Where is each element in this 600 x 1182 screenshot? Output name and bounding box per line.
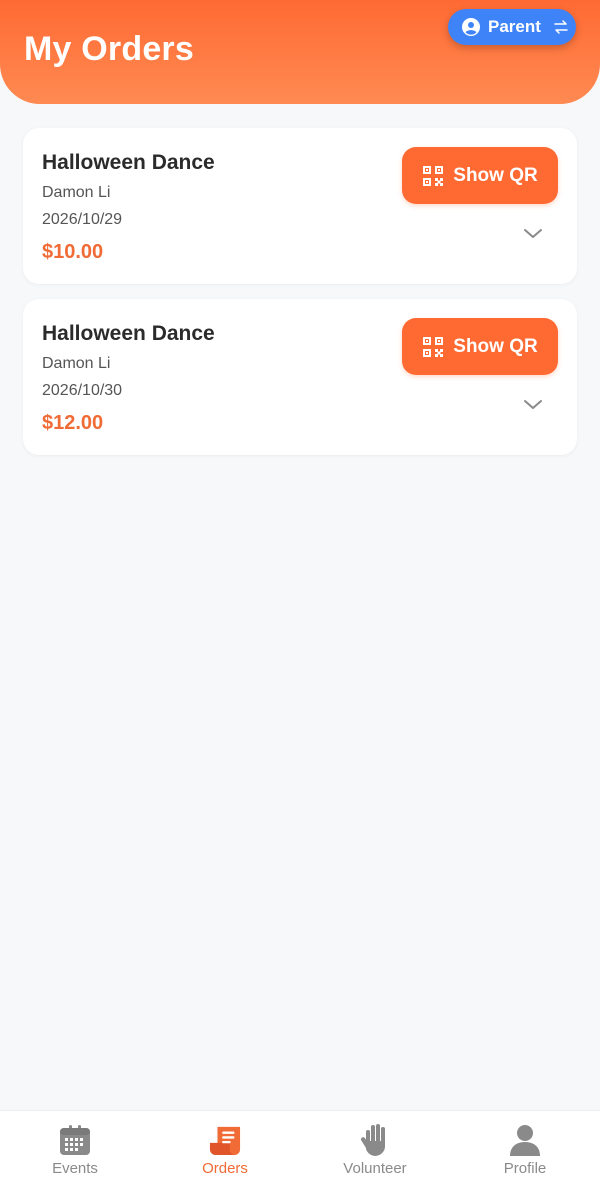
tab-label: Orders	[202, 1160, 248, 1177]
bottom-tab-bar: Events Orders Volunteer Profile	[0, 1110, 600, 1182]
tab-label: Events	[52, 1160, 98, 1177]
show-qr-button[interactable]: Show QR	[402, 318, 558, 375]
order-attendee-name: Damon Li	[42, 184, 111, 201]
user-circle-icon	[462, 18, 480, 36]
order-date: 2026/10/29	[42, 211, 123, 228]
show-qr-button[interactable]: Show QR	[402, 147, 558, 204]
order-title: Halloween Dance	[42, 322, 215, 345]
tab-volunteer[interactable]: Volunteer	[300, 1111, 450, 1182]
receipt-icon	[209, 1123, 241, 1157]
role-switch-button[interactable]: Parent	[448, 9, 576, 45]
show-qr-label: Show QR	[453, 164, 538, 186]
tab-orders[interactable]: Orders	[150, 1111, 300, 1182]
swap-arrows-icon	[553, 19, 569, 35]
tab-label: Volunteer	[343, 1160, 407, 1177]
expand-toggle[interactable]	[521, 227, 545, 245]
calendar-icon	[59, 1123, 91, 1157]
chevron-down-icon	[523, 227, 543, 245]
order-price: $12.00	[42, 412, 104, 434]
show-qr-label: Show QR	[453, 335, 538, 357]
hand-icon	[359, 1123, 391, 1157]
order-title: Halloween Dance	[42, 151, 215, 174]
app-root: My Orders Parent Halloween Dance Damon L…	[0, 0, 600, 1182]
order-card[interactable]: Halloween Dance Damon Li 2026/10/29 $10.…	[23, 128, 577, 284]
orders-list: Halloween Dance Damon Li 2026/10/29 $10.…	[23, 128, 577, 470]
order-date: 2026/10/30	[42, 382, 123, 399]
expand-toggle[interactable]	[521, 398, 545, 416]
role-label: Parent	[488, 17, 541, 36]
qr-code-icon	[422, 336, 444, 358]
page-title: My Orders	[24, 30, 194, 68]
order-attendee-name: Damon Li	[42, 355, 111, 372]
person-icon	[509, 1123, 541, 1157]
order-price: $10.00	[42, 241, 104, 263]
page-header: My Orders Parent	[0, 0, 600, 104]
tab-events[interactable]: Events	[0, 1111, 150, 1182]
tab-profile[interactable]: Profile	[450, 1111, 600, 1182]
chevron-down-icon	[523, 398, 543, 416]
tab-label: Profile	[503, 1160, 547, 1177]
qr-code-icon	[422, 165, 444, 187]
order-card[interactable]: Halloween Dance Damon Li 2026/10/30 $12.…	[23, 299, 577, 455]
